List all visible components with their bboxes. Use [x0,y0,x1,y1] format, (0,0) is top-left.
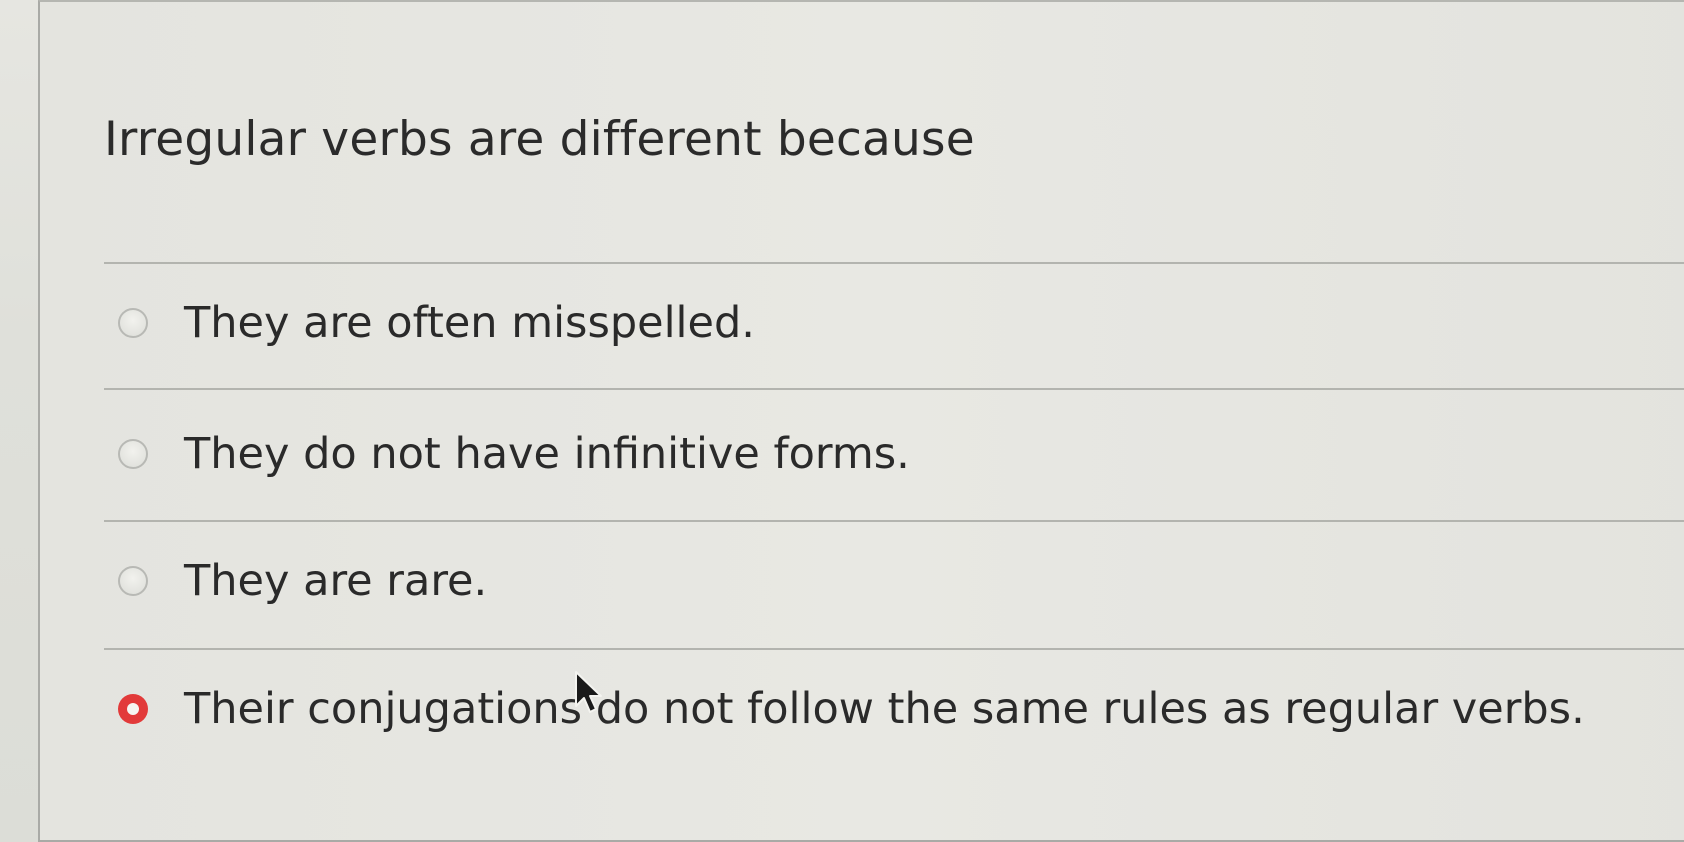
radio-button[interactable] [118,439,148,469]
answer-label: Their conjugations do not follow the sam… [184,684,1585,734]
divider [104,520,1684,522]
answer-option-3[interactable]: They are rare. [118,551,487,611]
divider [104,648,1684,650]
mouse-pointer-icon [575,671,602,713]
answer-label: They are often misspelled. [184,298,755,348]
quiz-page: Irregular verbs are different because Th… [0,0,1684,842]
divider [104,262,1684,264]
radio-button[interactable] [118,566,148,596]
radio-button-selected[interactable] [118,694,148,724]
question-text: Irregular verbs are different because [104,112,975,167]
answer-option-4[interactable]: Their conjugations do not follow the sam… [118,679,1585,739]
radio-button[interactable] [118,308,148,338]
answer-option-1[interactable]: They are often misspelled. [118,293,755,353]
divider [104,388,1684,390]
answer-label: They are rare. [184,556,488,606]
answer-label: They do not have infinitive forms. [184,429,910,479]
answer-option-2[interactable]: They do not have infinitive forms. [118,424,910,484]
